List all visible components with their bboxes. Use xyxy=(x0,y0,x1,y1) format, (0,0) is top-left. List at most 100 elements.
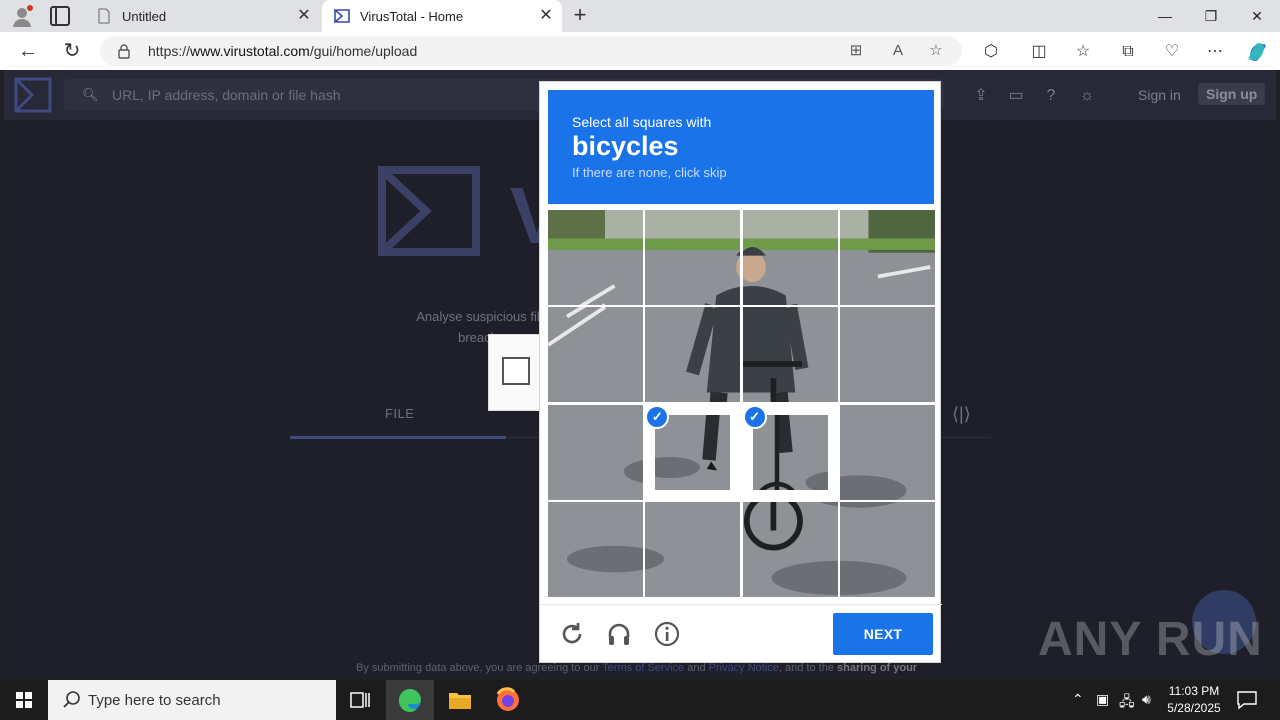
firefox-icon[interactable] xyxy=(484,680,532,720)
back-button[interactable]: ← xyxy=(14,37,42,65)
favorites-icon[interactable]: ☆ xyxy=(1072,41,1094,63)
captcha-tile[interactable]: ✓ xyxy=(645,404,741,500)
settings-more-icon[interactable]: ⋯ xyxy=(1204,41,1226,63)
search-icon xyxy=(63,691,80,708)
captcha-tile[interactable] xyxy=(839,501,935,597)
captcha-tile[interactable] xyxy=(839,307,935,403)
tray-overflow-icon[interactable]: ⌃ xyxy=(1072,691,1084,708)
footer-text: and xyxy=(684,662,709,674)
captcha-anchor xyxy=(488,334,542,411)
sharing-link[interactable]: sharing of your xyxy=(837,662,917,674)
vt-search-placeholder: URL, IP address, domain or file hash xyxy=(112,87,341,103)
captcha-tile[interactable] xyxy=(742,210,838,305)
captcha-tile[interactable] xyxy=(645,307,741,403)
virustotal-logo-icon[interactable] xyxy=(14,77,52,113)
windows-start-icon[interactable] xyxy=(0,680,48,720)
tab-untitled[interactable]: Untitled ✕ xyxy=(84,0,320,32)
selected-check-icon: ✓ xyxy=(645,404,670,429)
url-host: www.virustotal.com xyxy=(190,43,310,59)
captcha-tile[interactable] xyxy=(548,404,643,500)
close-tab-icon[interactable]: ✕ xyxy=(294,6,314,26)
terms-link[interactable]: Terms of Service xyxy=(602,662,684,674)
system-clock[interactable]: 11:03 PM 5/28/2025 xyxy=(1160,683,1228,717)
tab-title: VirusTotal - Home xyxy=(360,8,464,24)
captcha-tile-image xyxy=(645,210,741,305)
captcha-tile[interactable] xyxy=(839,210,935,305)
copilot-icon[interactable] xyxy=(1246,41,1268,63)
captcha-tile-image xyxy=(839,307,935,403)
captcha-tile-image xyxy=(645,501,741,597)
file-explorer-icon[interactable] xyxy=(436,680,484,720)
close-window-button[interactable]: ✕ xyxy=(1234,0,1280,32)
captcha-tile-image xyxy=(752,414,828,490)
search-tab-icon[interactable]: ⟨|⟩ xyxy=(952,404,971,425)
anyrun-watermark: ANY RUN xyxy=(1038,613,1263,666)
notification-center-icon[interactable] xyxy=(1236,690,1258,710)
volume-icon[interactable]: 🔊︎ xyxy=(1142,691,1151,708)
help-icon[interactable]: ? xyxy=(1040,85,1062,107)
captcha-tile-image xyxy=(548,210,643,305)
audio-challenge-icon[interactable] xyxy=(605,620,633,648)
edge-browser-icon[interactable] xyxy=(386,680,434,720)
captcha-tile-image xyxy=(548,307,643,403)
close-tab-icon[interactable]: ✕ xyxy=(536,6,556,26)
task-view-icon[interactable] xyxy=(336,680,384,720)
split-screen-icon[interactable]: ◫ xyxy=(1028,41,1050,63)
upload-icon[interactable]: ⇪ xyxy=(970,85,992,107)
captcha-tile-image xyxy=(742,501,838,597)
app-available-icon[interactable]: ⊞ xyxy=(846,41,866,61)
tab-virustotal[interactable]: VirusTotal - Home ✕ xyxy=(322,0,562,32)
captcha-tile-image xyxy=(645,307,741,403)
sign-up-button[interactable]: Sign up xyxy=(1198,83,1266,105)
captcha-tile[interactable] xyxy=(645,501,741,597)
captcha-tile[interactable] xyxy=(548,210,643,305)
captcha-tile[interactable] xyxy=(839,404,935,500)
prompt-instruction: Select all squares with xyxy=(572,114,712,130)
browser-tab-strip: Untitled ✕ VirusTotal - Home ✕ + — ❐ ✕ xyxy=(0,0,1280,32)
extensions-icon[interactable]: ⬡ xyxy=(980,41,1002,63)
address-bar[interactable]: https://www.virustotal.com/gui/home/uplo… xyxy=(100,36,962,66)
collections-icon[interactable]: ⧉ xyxy=(1117,41,1139,63)
usb-device-icon[interactable]: ▣ xyxy=(1096,691,1109,708)
sign-in-link[interactable]: Sign in xyxy=(1138,87,1181,103)
tab-file[interactable]: FILE xyxy=(385,406,414,421)
url-path: /gui/home/upload xyxy=(309,43,418,59)
favorite-star-icon[interactable]: ☆ xyxy=(926,41,946,61)
tab-actions-button[interactable] xyxy=(50,6,70,26)
profile-avatar-icon[interactable] xyxy=(10,4,34,28)
privacy-link[interactable]: Privacy Notice xyxy=(709,662,779,674)
captcha-checkbox[interactable] xyxy=(502,357,530,385)
minimize-button[interactable]: — xyxy=(1142,0,1188,32)
captcha-tile[interactable] xyxy=(548,307,643,403)
read-aloud-icon[interactable]: A xyxy=(888,41,908,61)
new-tab-button[interactable]: + xyxy=(568,4,592,28)
lock-icon xyxy=(118,44,130,59)
page-icon xyxy=(98,8,110,24)
network-icon[interactable]: 🖧︎ xyxy=(1119,691,1135,715)
footer-text: , and to the xyxy=(778,662,838,674)
browser-essentials-icon[interactable]: ♡ xyxy=(1161,41,1183,63)
captcha-tile-image xyxy=(548,501,643,597)
captcha-footer-divider xyxy=(540,604,942,605)
refresh-button[interactable]: ↻ xyxy=(58,37,86,65)
taskbar-search-box[interactable]: Type here to search xyxy=(48,680,336,720)
next-button[interactable]: NEXT xyxy=(833,613,933,655)
captcha-tile[interactable] xyxy=(548,501,643,597)
captcha-tile[interactable]: ✓ xyxy=(742,404,838,500)
captcha-tile-image xyxy=(742,307,838,403)
info-icon[interactable] xyxy=(653,620,681,648)
captcha-tile[interactable] xyxy=(742,501,838,597)
captcha-challenge: Select all squares with bicycles If ther… xyxy=(539,81,942,663)
theme-toggle-icon[interactable]: ☼ xyxy=(1076,85,1098,107)
refresh-icon[interactable] xyxy=(558,620,586,648)
captcha-tile-image xyxy=(839,210,935,305)
tab-title: Untitled xyxy=(122,8,167,24)
captcha-prompt: Select all squares with bicycles If ther… xyxy=(548,90,934,204)
footer-text: By submitting data above, you are agreei… xyxy=(356,662,603,674)
captcha-image-grid: ✓ ✓ xyxy=(548,210,935,597)
url-text[interactable]: https://www.virustotal.com/gui/home/uplo… xyxy=(148,43,417,59)
notifications-icon[interactable]: ▭ xyxy=(1005,85,1027,107)
captcha-tile[interactable] xyxy=(645,210,741,305)
captcha-tile[interactable] xyxy=(742,307,838,403)
restore-button[interactable]: ❐ xyxy=(1188,0,1234,32)
